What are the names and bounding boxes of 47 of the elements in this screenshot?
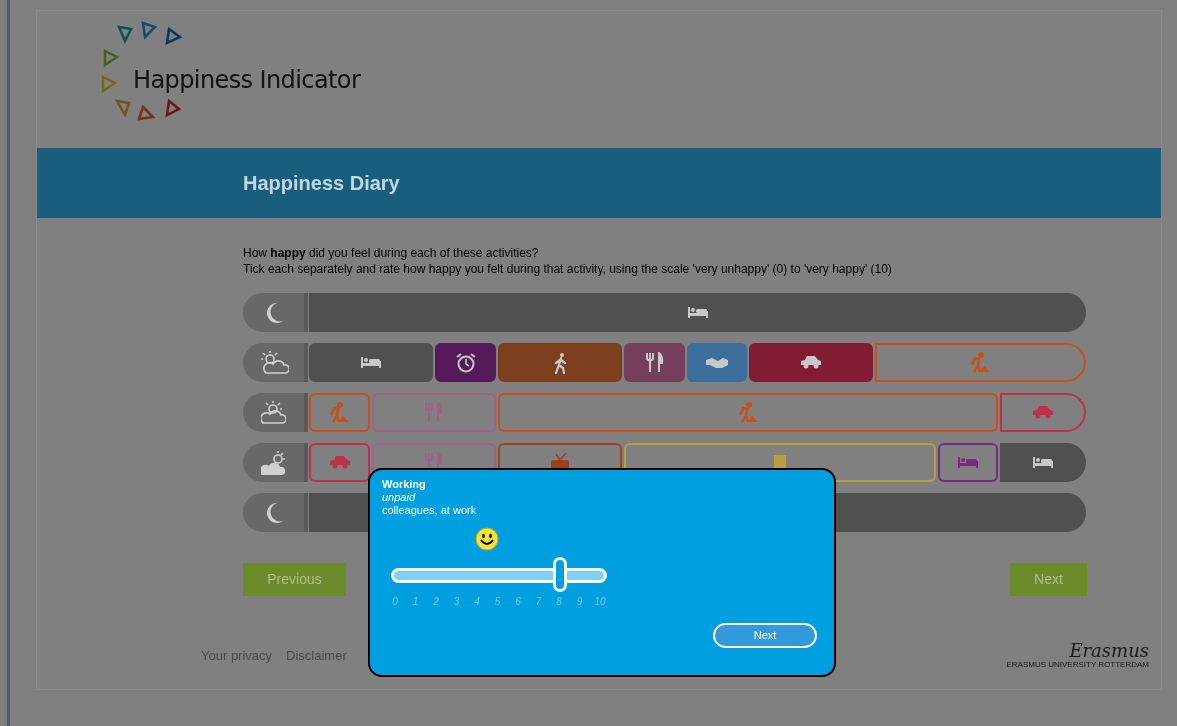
scale-tick-label: 6 [515,596,521,608]
activity-title: Working [382,478,427,491]
digging-worker-icon [738,402,758,423]
car-icon [329,456,350,469]
alarm-clock-icon [455,352,476,373]
scale-tick-label: 5 [494,596,501,608]
cutlery-icon [425,402,443,423]
walking-person-icon [553,351,567,374]
sun-cloud-icon [258,350,289,375]
activity-block[interactable] [749,343,873,382]
next-button[interactable]: Next [713,623,817,648]
activity-block[interactable] [309,343,433,382]
car-icon [801,356,821,369]
scale-tick-label: 7 [535,596,542,608]
activity-detail: colleagues, at work [382,504,478,517]
scale-tick-label: 8 [556,596,562,608]
sun-cloud-icon [261,400,286,425]
scale-tick-label: 1 [412,596,419,608]
sun-cloud-icon [260,449,287,476]
logo-text: Happiness Indicator [133,64,361,96]
handshake-icon [706,357,728,368]
page-title: Happiness Diary [243,171,400,196]
university-logo: Erasmus ERASMUS UNIVERSITY ROTTERDAM [1006,642,1149,669]
car-icon [1033,406,1053,419]
smiley-icon [475,527,499,551]
activity-subtitle: unpaid [382,491,417,504]
scale-tick-label: 3 [453,596,460,608]
digging-worker-icon [330,402,349,423]
bed-icon [958,457,978,468]
scale-tick-label: 10 [594,596,606,608]
bed-icon [687,307,708,318]
activity-block[interactable] [624,343,685,382]
bed-icon [1033,457,1053,468]
scale-tick-label: 4 [474,596,480,608]
instruction-text: Tick each separately and rate how happy you felt during that activity, using the scale 'very unhappy' (0) to 'very happy' (10) [243,262,893,277]
scale-tick-label: 0 [392,596,398,608]
bed-icon [361,357,381,368]
slider-thumb[interactable] [552,557,567,592]
instruction-text: How happy did you feel during each of these activities? [243,245,540,262]
cutlery-icon [645,352,664,373]
scale-tick-label: 9 [576,596,583,608]
next-button[interactable]: Next [1010,563,1087,596]
activity-block[interactable] [435,343,496,382]
scale-tick-label: 2 [433,596,439,608]
digging-worker-icon [971,352,990,373]
activity-block[interactable] [1000,443,1086,482]
previous-button[interactable]: Previous [243,563,346,596]
